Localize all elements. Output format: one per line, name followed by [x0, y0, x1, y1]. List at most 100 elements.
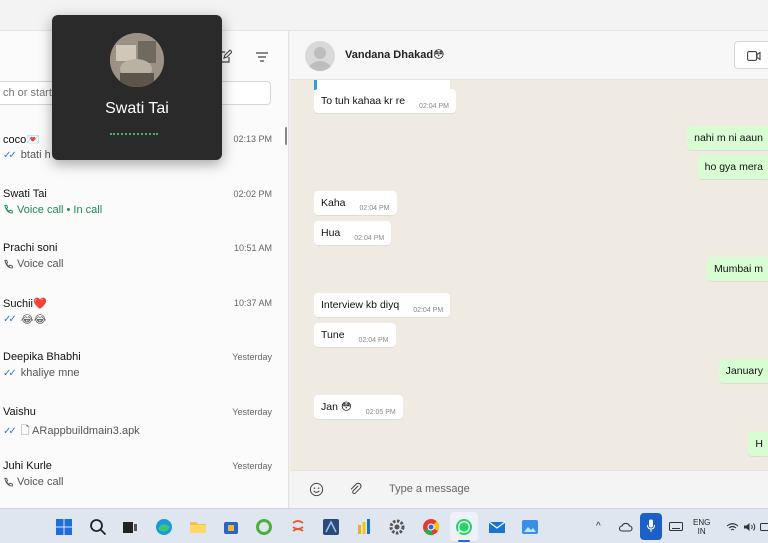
- chat-list-item[interactable]: Prachi soni 10:51 AM Voice call: [0, 236, 288, 291]
- chat-time: Yesterday: [232, 406, 272, 417]
- outgoing-message[interactable]: Mumbai m: [706, 257, 768, 281]
- chat-preview-text: 🗋 ARappbuildmain3.apk: [20, 424, 140, 437]
- chat-list: coco💌 02:13 PM ✓✓ btati h Swati Tai 02:02 PM V…: [0, 127, 288, 508]
- power-bi-icon[interactable]: [354, 517, 374, 537]
- message-time: 02:04 PM: [419, 103, 450, 110]
- call-popup[interactable]: Swati Tai: [52, 15, 222, 160]
- message-text: Interview kb diyq: [321, 299, 400, 311]
- message-input[interactable]: Type a message: [389, 483, 470, 495]
- message-text: Tune: [321, 329, 345, 341]
- message-text: ho gya mera: [704, 161, 763, 173]
- phone-call-icon: [4, 477, 13, 486]
- chat-preview-text: Voice call: [17, 258, 64, 270]
- message-text: nahi m ni aaun: [694, 132, 763, 144]
- chat-list-item[interactable]: Deepika Bhabhi Yesterday ✓✓ khaliye mne: [0, 345, 288, 400]
- chat-preview-text: btati h: [20, 149, 51, 161]
- chat-preview: ✓✓ 🗋 ARappbuildmain3.apk: [3, 422, 140, 441]
- caller-avatar: [110, 33, 164, 87]
- outgoing-message[interactable]: H: [748, 432, 768, 456]
- chat-time: Yesterday: [232, 352, 272, 362]
- chat-preview: Voice call: [3, 258, 63, 270]
- chat-name: coco💌: [3, 134, 40, 146]
- app-ring-icon[interactable]: [254, 517, 274, 537]
- chat-preview-text: khaliye mne: [20, 367, 80, 379]
- chat-preview: ✓✓ btati h: [3, 149, 51, 161]
- file-explorer-icon[interactable]: [188, 517, 208, 537]
- voice-typing-button[interactable]: [640, 513, 662, 540]
- contact-avatar[interactable]: [305, 41, 335, 71]
- filter-icon[interactable]: [254, 49, 270, 65]
- mail-icon[interactable]: [487, 517, 507, 537]
- chat-name: Suchii❤️: [3, 297, 47, 310]
- app-dark-blue-icon[interactable]: [321, 517, 341, 537]
- read-receipt-icon: ✓✓: [3, 313, 17, 325]
- outgoing-message[interactable]: January: [718, 359, 768, 383]
- incoming-message[interactable]: Interview kb diyq 02:04 PM: [314, 293, 451, 317]
- chat-preview: ✓✓ khaliye mne: [3, 367, 79, 379]
- chat-time: 02:13 PM: [233, 134, 272, 144]
- wifi-icon[interactable]: [726, 522, 739, 532]
- outgoing-message[interactable]: ho gya mera: [697, 155, 768, 179]
- contact-name[interactable]: Vandana Dhakad😳: [345, 48, 445, 61]
- volume-icon[interactable]: [743, 522, 756, 532]
- message-text: Jan 😳: [321, 401, 352, 413]
- chat-preview: Voice call: [3, 476, 63, 488]
- incoming-message[interactable]: Tune 02:04 PM: [314, 323, 396, 347]
- message-area[interactable]: To tuh kahaa kr re 02:04 PM nahi m ni aaun…: [290, 80, 768, 470]
- photos-icon[interactable]: [520, 517, 540, 537]
- chat-preview: ✓✓ 😂😂: [3, 313, 46, 326]
- incoming-message[interactable]: Jan 😳 02:05 PM: [314, 395, 403, 419]
- video-camera-icon: [747, 51, 761, 61]
- chat-name: Juhi Kurle: [3, 460, 52, 472]
- search-icon[interactable]: [88, 517, 108, 537]
- message-time: 02:04 PM: [358, 337, 389, 344]
- chat-list-item[interactable]: Suchii❤️ 10:37 AM ✓✓ 😂😂: [0, 291, 288, 346]
- chat-time: 02:02 PM: [233, 188, 272, 199]
- onedrive-cloud-icon[interactable]: [619, 522, 633, 532]
- message-time: 02:05 PM: [365, 409, 396, 416]
- language-indicator[interactable]: ENG IN: [693, 518, 710, 536]
- app-swirl-icon[interactable]: [288, 517, 308, 537]
- store-icon[interactable]: [221, 517, 241, 537]
- video-call-button[interactable]: [734, 41, 768, 69]
- chat-time: Yesterday: [232, 461, 272, 471]
- emoji-icon[interactable]: [309, 482, 324, 497]
- active-app-indicator: [458, 540, 470, 542]
- whatsapp-icon[interactable]: [454, 517, 474, 537]
- keyboard-icon[interactable]: [669, 522, 683, 531]
- settings-gear-icon[interactable]: [387, 517, 407, 537]
- show-hidden-icons[interactable]: ^: [596, 521, 601, 532]
- chat-time: 10:51 AM: [233, 243, 272, 253]
- region-code: IN: [697, 527, 706, 536]
- chat-header: Vandana Dhakad😳: [290, 31, 768, 80]
- windows-start-icon[interactable]: [54, 517, 74, 537]
- task-view-icon[interactable]: [120, 517, 140, 537]
- call-status-indicator: [110, 133, 158, 135]
- battery-icon[interactable]: [760, 523, 768, 531]
- message-composer: Type a message: [290, 470, 768, 508]
- attach-icon[interactable]: [348, 482, 363, 497]
- message-text: January: [725, 365, 763, 377]
- chrome-icon[interactable]: [421, 517, 441, 537]
- phone-call-icon: [4, 259, 13, 268]
- chat-name: Swati Tai: [3, 187, 47, 200]
- incoming-message[interactable]: Hua 02:04 PM: [314, 221, 392, 245]
- message-text: Kaha: [321, 197, 346, 209]
- message-time: 02:04 PM: [413, 307, 444, 314]
- message-text: H: [755, 438, 763, 450]
- language-code: ENG: [693, 518, 711, 527]
- incoming-message[interactable]: To tuh kahaa kr re 02:04 PM: [314, 89, 457, 113]
- read-receipt-icon: ✓✓: [3, 425, 17, 437]
- phone-call-icon: [4, 204, 13, 214]
- chat-preview-text: Voice call • In call: [17, 203, 103, 216]
- chat-list-item[interactable]: Juhi Kurle Yesterday Voice call: [0, 454, 288, 508]
- chat-list-item[interactable]: Swati Tai 02:02 PM Voice call • In call: [0, 182, 288, 237]
- message-text: Hua: [321, 227, 341, 239]
- chat-name: Prachi soni: [3, 242, 58, 254]
- edge-browser-icon[interactable]: [154, 517, 174, 537]
- outgoing-message[interactable]: nahi m ni aaun: [687, 126, 768, 150]
- chat-list-item[interactable]: Vaishu Yesterday ✓✓ 🗋 ARappbuildmain3.apk: [0, 400, 288, 455]
- caller-name: Swati Tai: [105, 100, 169, 117]
- chat-time: 10:37 AM: [233, 297, 272, 308]
- incoming-message[interactable]: Kaha 02:04 PM: [314, 191, 397, 215]
